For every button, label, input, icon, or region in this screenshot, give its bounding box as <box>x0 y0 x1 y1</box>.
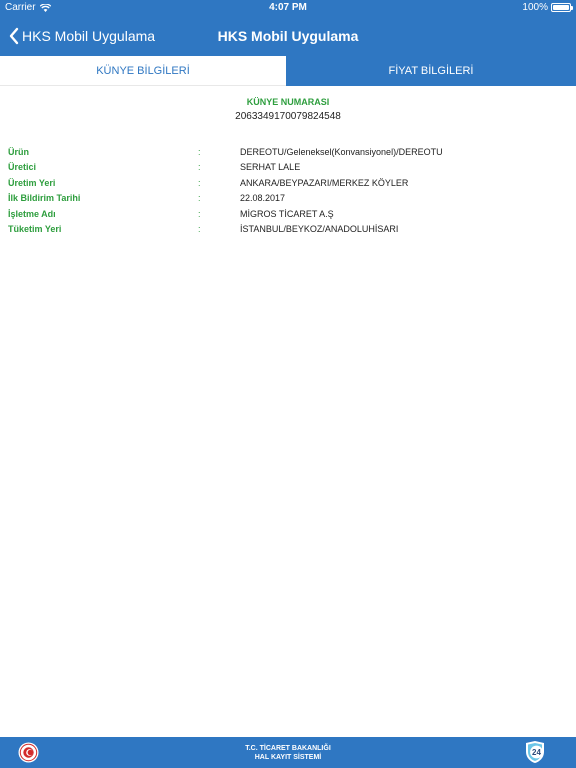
battery-icon <box>551 3 573 12</box>
footer-text: T.C. TİCARET BAKANLIĞI HAL KAYIT SİSTEMİ <box>0 744 576 762</box>
kunye-number-value: 2063349170079824548 <box>235 111 341 122</box>
footer-line-system: HAL KAYIT SİSTEMİ <box>254 754 322 761</box>
hks-24-badge-icon[interactable]: 24 <box>524 740 546 764</box>
info-colon: : <box>198 147 201 157</box>
info-colon: : <box>198 223 201 234</box>
battery-status: 100% <box>522 2 573 13</box>
info-colon: : <box>198 162 201 173</box>
battery-percent: 100% <box>522 2 548 13</box>
info-row-tuketim-yeri: Tüketim Yeri : İSTANBUL/BEYKOZ/ANADOLUHİ… <box>8 224 568 239</box>
info-value: 22.08.2017 <box>240 193 286 204</box>
info-label: İşletme Adı <box>8 208 56 219</box>
tab-kunye-bilgileri[interactable]: KÜNYE BİLGİLERİ <box>0 56 286 86</box>
info-colon: : <box>198 208 201 219</box>
back-button[interactable]: HKS Mobil Uygulama <box>8 16 155 56</box>
info-label: İlk Bildirim Tarihi <box>8 193 81 204</box>
info-label: Üretim Yeri <box>8 177 56 188</box>
info-value: MİGROS TİCARET A.Ş <box>240 208 334 219</box>
tab-bar: KÜNYE BİLGİLERİ FİYAT BİLGİLERİ <box>0 56 576 86</box>
info-row-urun: Ürün : DEREOTU/Geleneksel(Konvansiyonel)… <box>8 147 568 162</box>
navigation-bar: HKS Mobil Uygulama HKS Mobil Uygulama <box>0 16 576 56</box>
info-table: Ürün : DEREOTU/Geleneksel(Konvansiyonel)… <box>8 147 568 239</box>
status-bar: Carrier 4:07 PM 100% <box>0 0 576 16</box>
info-colon: : <box>198 177 201 188</box>
info-label: Üretici <box>8 162 37 173</box>
status-time: 4:07 PM <box>269 2 307 13</box>
info-row-isletme-adi: İşletme Adı : MİGROS TİCARET A.Ş <box>8 209 568 224</box>
badge-number: 24 <box>532 748 541 757</box>
info-row-ilk-bildirim-tarihi: İlk Bildirim Tarihi : 22.08.2017 <box>8 193 568 208</box>
info-value: DEREOTU/Geleneksel(Konvansiyonel)/DEREOT… <box>240 147 443 157</box>
info-value: İSTANBUL/BEYKOZ/ANADOLUHİSARI <box>240 223 399 234</box>
chevron-left-icon <box>9 27 19 45</box>
info-row-uretim-yeri: Üretim Yeri : ANKARA/BEYPAZARI/MERKEZ KÖ… <box>8 178 568 193</box>
footer-line-ministry: T.C. TİCARET BAKANLIĞI <box>245 745 331 752</box>
info-value: ANKARA/BEYPAZARI/MERKEZ KÖYLER <box>240 177 409 188</box>
info-row-uretici: Üretici : SERHAT LALE <box>8 162 568 177</box>
tab-fiyat-bilgileri[interactable]: FİYAT BİLGİLERİ <box>286 56 576 86</box>
info-label: Tüketim Yeri <box>8 223 62 234</box>
back-button-label: HKS Mobil Uygulama <box>22 28 156 44</box>
info-label: Ürün <box>8 147 29 157</box>
info-value: SERHAT LALE <box>240 162 301 173</box>
kunye-header: KÜNYE NUMARASI 2063349170079824548 <box>0 97 576 122</box>
footer-bar: T.C. TİCARET BAKANLIĞI HAL KAYIT SİSTEMİ… <box>0 737 576 768</box>
kunye-number-label: KÜNYE NUMARASI <box>246 97 330 107</box>
info-colon: : <box>198 193 201 204</box>
